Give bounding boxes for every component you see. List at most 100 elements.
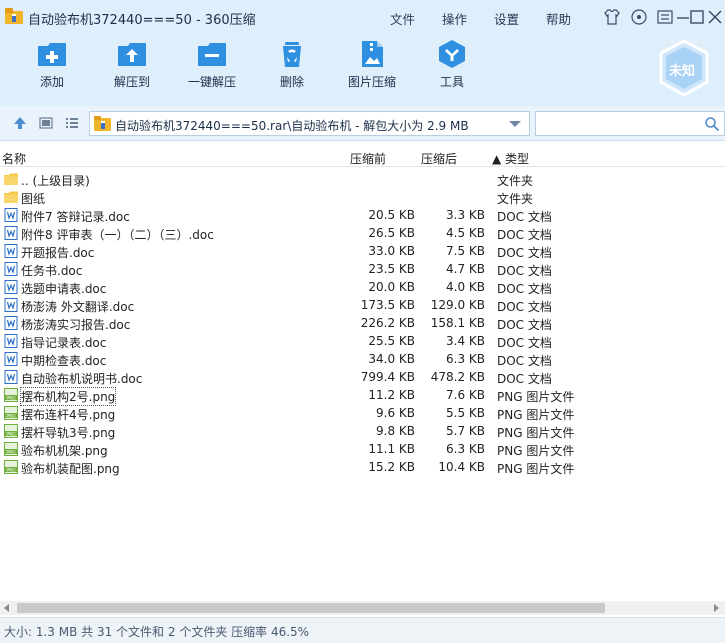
file-type: PNG 图片文件 (497, 390, 575, 404)
file-row[interactable]: 自动验布机说明书.doc 799.4 KB 478.2 KB DOC 文档 (0, 368, 725, 386)
file-packed-size: 478.2 KB (430, 370, 485, 384)
file-size: 9.6 KB (376, 406, 415, 420)
skin-icon[interactable] (603, 8, 621, 26)
search-input[interactable] (535, 111, 725, 136)
delete-button[interactable]: 删除 (254, 38, 330, 98)
svg-text:PNG: PNG (6, 431, 15, 437)
file-row[interactable]: 任务书.doc 23.5 KB 4.7 KB DOC 文档 (0, 260, 725, 278)
file-size: 799.4 KB (360, 370, 415, 384)
add-button[interactable]: 添加 (14, 38, 90, 98)
image-compress-label: 图片压缩 (347, 75, 396, 89)
file-type: PNG 图片文件 (497, 426, 575, 440)
list-view-icon[interactable] (64, 115, 80, 131)
word-doc-icon (4, 244, 18, 258)
extract-to-button[interactable]: 解压到 (94, 38, 170, 98)
menu-icon[interactable] (656, 8, 674, 26)
file-row[interactable]: 指导记录表.doc 25.5 KB 3.4 KB DOC 文档 (0, 332, 725, 350)
png-image-icon: PNG (4, 442, 18, 456)
file-row[interactable]: 杨澎涛 外文翻译.doc 173.5 KB 129.0 KB DOC 文档 (0, 296, 725, 314)
file-packed-size: 4.7 KB (446, 262, 485, 276)
file-packed-size: 7.6 KB (446, 388, 485, 402)
file-name: 验布机机架.png (21, 444, 108, 458)
unknown-badge[interactable]: 未知 (657, 38, 711, 98)
scrollbar-thumb[interactable] (17, 603, 605, 613)
word-doc-icon (4, 226, 18, 240)
path-input[interactable]: 自动验布机372440===50.rar\自动验布机 - 解包大小为 2.9 M… (89, 111, 530, 136)
file-row[interactable]: PNG 摆布连杆4号.png 9.6 KB 5.5 KB PNG 图片文件 (0, 404, 725, 422)
one-click-extract-icon (198, 43, 226, 66)
file-name: 图纸 (21, 192, 46, 206)
menu-help[interactable]: 帮助 (546, 9, 571, 28)
file-packed-size: 5.7 KB (446, 424, 485, 438)
file-row[interactable]: 图纸 文件夹 (0, 188, 725, 206)
file-name: 自动验布机说明书.doc (21, 372, 143, 386)
file-row[interactable]: .. (上级目录) 文件夹 (0, 170, 725, 188)
column-size[interactable]: 压缩前 (350, 150, 386, 167)
file-row[interactable]: PNG 摆布机构2号.png 11.2 KB 7.6 KB PNG 图片文件 (0, 386, 725, 406)
file-row[interactable]: 开题报告.doc 33.0 KB 7.5 KB DOC 文档 (0, 242, 725, 260)
address-bar: 自动验布机372440===50.rar\自动验布机 - 解包大小为 2.9 M… (0, 106, 725, 141)
menu-file[interactable]: 文件 (390, 9, 415, 28)
file-size: 226.2 KB (360, 316, 415, 330)
file-row[interactable]: 选题申请表.doc 20.0 KB 4.0 KB DOC 文档 (0, 278, 725, 296)
file-packed-size: 5.5 KB (446, 406, 485, 420)
chevron-down-icon[interactable] (509, 121, 521, 127)
file-packed-size: 3.4 KB (446, 334, 485, 348)
scroll-left-icon[interactable] (4, 604, 9, 612)
word-doc-icon (4, 334, 18, 348)
add-icon (38, 43, 66, 66)
file-row[interactable]: 杨澎涛实习报告.doc 226.2 KB 158.1 KB DOC 文档 (0, 314, 725, 332)
file-packed-size: 4.5 KB (446, 226, 485, 240)
column-type[interactable]: ▲ 类型 (492, 150, 529, 167)
file-type: PNG 图片文件 (497, 444, 575, 458)
thumbnail-view-icon[interactable] (38, 115, 54, 131)
horizontal-scrollbar[interactable] (0, 601, 725, 615)
file-name: 任务书.doc (21, 264, 83, 278)
png-image-icon: PNG (4, 424, 18, 438)
file-type: PNG 图片文件 (497, 462, 575, 476)
png-image-icon: PNG (4, 460, 18, 474)
maximize-icon[interactable] (688, 8, 706, 26)
file-row[interactable]: 附件7 答辩记录.doc 20.5 KB 3.3 KB DOC 文档 (0, 206, 725, 224)
badge-label: 未知 (669, 64, 696, 79)
word-doc-icon (4, 316, 18, 330)
file-size: 34.0 KB (368, 352, 415, 366)
archive-icon (94, 116, 111, 131)
list-header: 名称 压缩前 压缩后 ▲ 类型 (0, 147, 725, 167)
delete-label: 删除 (279, 75, 304, 89)
file-packed-size: 6.3 KB (446, 352, 485, 366)
file-size: 173.5 KB (360, 298, 415, 312)
file-packed-size: 158.1 KB (430, 316, 485, 330)
file-name: .. (上级目录) (21, 174, 90, 188)
word-doc-icon (4, 280, 18, 294)
scroll-right-icon[interactable] (714, 604, 719, 612)
file-row[interactable]: PNG 验布机装配图.png 15.2 KB 10.4 KB PNG 图片文件 (0, 458, 725, 476)
one-click-extract-button[interactable]: 一键解压 (174, 38, 250, 98)
file-name: 杨澎涛 外文翻译.doc (21, 300, 135, 314)
file-row[interactable]: 附件8 评审表（一）（二）（三）.doc 26.5 KB 4.5 KB DOC 文档 (0, 224, 725, 242)
file-size: 20.0 KB (368, 280, 415, 294)
file-packed-size: 3.3 KB (446, 208, 485, 222)
file-row[interactable]: PNG 摆杆导轨3号.png 9.8 KB 5.7 KB PNG 图片文件 (0, 422, 725, 440)
file-name: 附件7 答辩记录.doc (21, 210, 130, 224)
search-icon[interactable] (704, 116, 720, 132)
column-name[interactable]: 名称 (2, 150, 26, 167)
folder-icon (4, 191, 18, 203)
file-name: 摆布机构2号.png (19, 387, 117, 406)
file-row[interactable]: 中期检查表.doc 34.0 KB 6.3 KB DOC 文档 (0, 350, 725, 368)
up-arrow-icon[interactable] (12, 115, 28, 131)
file-size: 33.0 KB (368, 244, 415, 258)
image-compress-button[interactable]: 图片压缩 (334, 38, 410, 98)
tools-button[interactable]: 工具 (414, 38, 490, 98)
column-packed[interactable]: 压缩后 (421, 150, 457, 167)
word-doc-icon (4, 262, 18, 276)
menu-settings[interactable]: 设置 (494, 9, 519, 28)
close-icon[interactable] (706, 8, 724, 26)
file-size: 26.5 KB (368, 226, 415, 240)
feedback-icon[interactable] (630, 8, 648, 26)
file-type: 文件夹 (497, 174, 534, 188)
png-image-icon: PNG (4, 388, 18, 402)
file-row[interactable]: PNG 验布机机架.png 11.1 KB 6.3 KB PNG 图片文件 (0, 440, 725, 458)
menu-operate[interactable]: 操作 (442, 9, 467, 28)
file-name: 中期检查表.doc (21, 354, 107, 368)
